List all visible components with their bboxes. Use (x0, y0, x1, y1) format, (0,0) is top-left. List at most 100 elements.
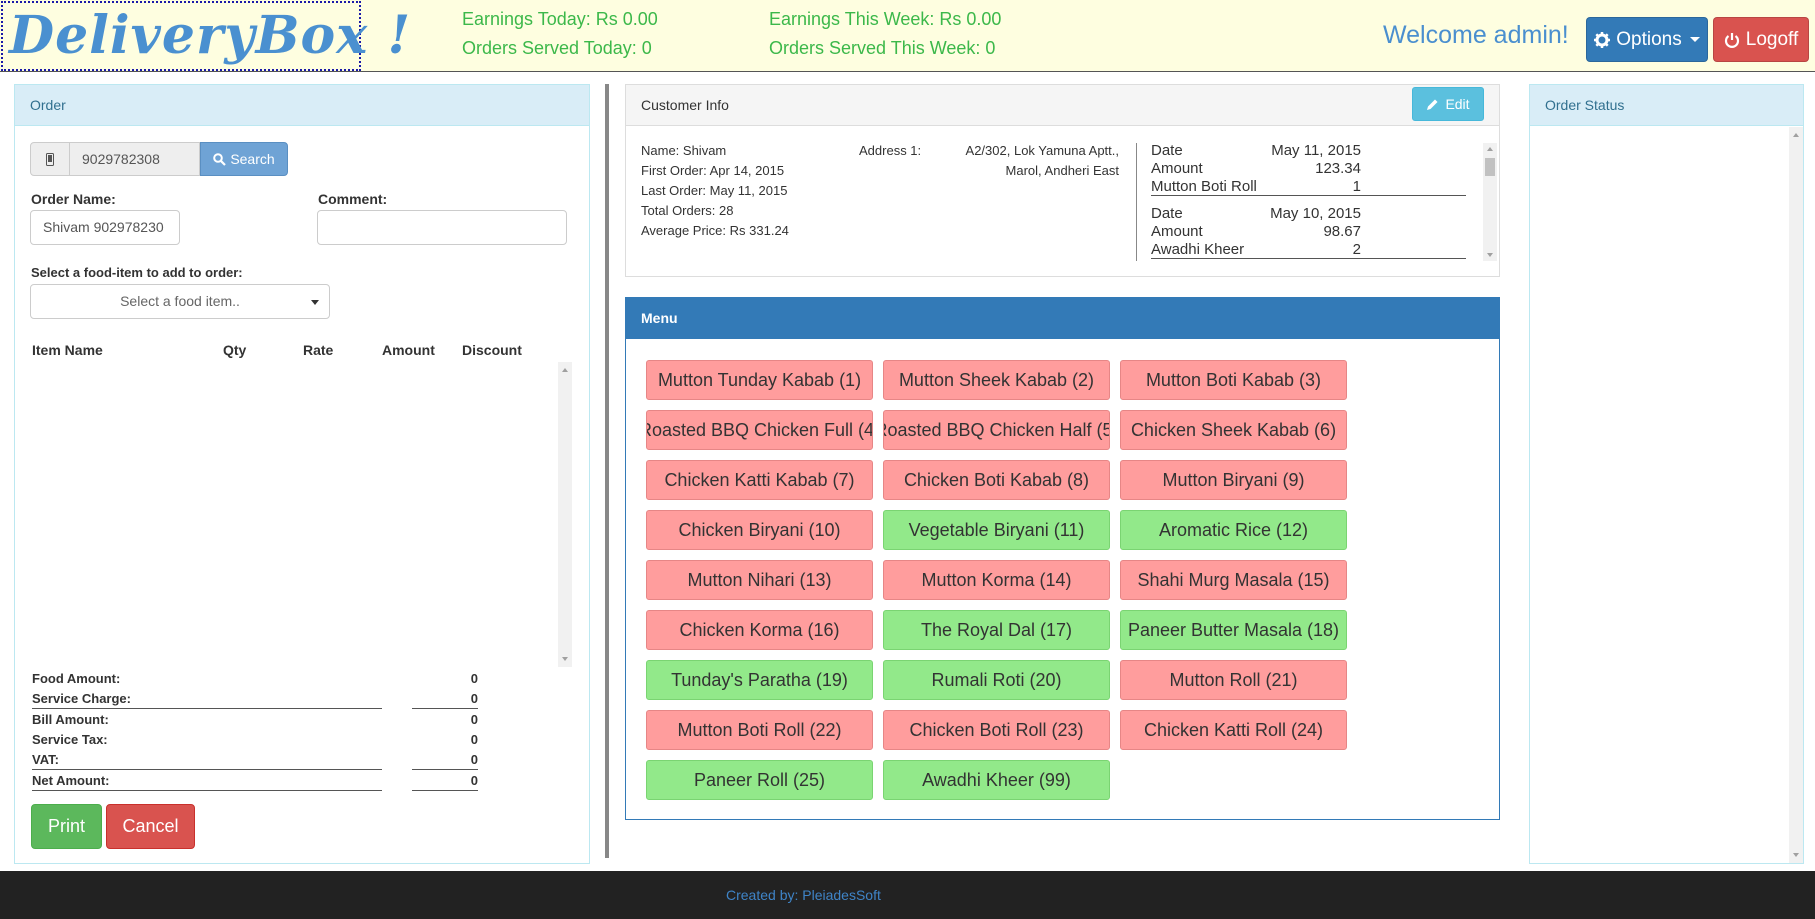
orders-week: Orders Served This Week: 0 (769, 38, 996, 58)
comment-label: Comment: (318, 191, 388, 207)
food-item-select[interactable]: Select a food item.. (30, 284, 330, 319)
history-date-label: Date (1151, 142, 1183, 159)
total-service-tax: Service Tax: 0 (32, 732, 478, 750)
order-name-input[interactable]: Shivam 902978230 (30, 210, 180, 245)
menu-item-button[interactable]: Mutton Korma (14) (883, 560, 1110, 600)
customer-name: Name: Shivam (641, 143, 727, 158)
menu-panel: Menu Mutton Tunday Kabab (1) Mutton Sheek… (625, 297, 1500, 820)
food-select-label: Select a food-item to add to order: (31, 265, 243, 280)
order-panel-title: Order (15, 85, 589, 126)
scroll-thumb[interactable] (1485, 158, 1495, 176)
menu-item-button[interactable]: The Royal Dal (17) (883, 610, 1110, 650)
scroll-down-icon[interactable] (1793, 853, 1799, 857)
menu-item-button[interactable]: Awadhi Kheer (99) (883, 760, 1110, 800)
order-status-scrollbar[interactable] (1789, 127, 1803, 863)
logoff-button[interactable]: Logoff (1713, 17, 1809, 62)
menu-item-button[interactable]: Chicken Boti Roll (23) (883, 710, 1110, 750)
history-row-amount: Amount 123.34 (1151, 160, 1466, 178)
menu-item-button[interactable]: Aromatic Rice (12) (1120, 510, 1347, 550)
phone-search-group: 9029782308 Search (30, 142, 288, 176)
customer-info-header: Customer Info Edit (626, 85, 1499, 126)
total-label: Service Tax: (32, 732, 108, 747)
menu-item-button[interactable]: Rumali Roti (20) (883, 660, 1110, 700)
phone-input[interactable]: 9029782308 (70, 142, 200, 176)
history-amount-label: Amount (1151, 160, 1203, 177)
history-row-amount: Amount 98.67 (1151, 223, 1466, 241)
total-label: VAT: (32, 752, 59, 767)
order-status-title: Order Status (1530, 85, 1803, 126)
history-row-date: Date May 11, 2015 (1151, 142, 1466, 160)
history-scrollbar[interactable] (1483, 143, 1497, 261)
history-row-item: Awadhi Kheer 2 (1151, 241, 1466, 259)
history-row-item: Mutton Boti Roll 1 (1151, 178, 1466, 196)
menu-item-button[interactable]: Chicken Sheek Kabab (6) (1120, 410, 1347, 450)
menu-item-button[interactable]: Mutton Nihari (13) (646, 560, 873, 600)
scroll-down-icon[interactable] (562, 657, 568, 661)
total-bill-amount: Bill Amount: 0 (32, 712, 478, 730)
earnings-week: Earnings This Week: Rs 0.00 (769, 9, 1002, 29)
total-net-amount: Net Amount: 0 (32, 773, 478, 791)
history-date-label: Date (1151, 205, 1183, 222)
scroll-up-icon[interactable] (1487, 147, 1493, 151)
menu-item-button[interactable]: Mutton Sheek Kabab (2) (883, 360, 1110, 400)
total-value: 0 (470, 712, 478, 727)
menu-item-button[interactable]: Chicken Katti Roll (24) (1120, 710, 1347, 750)
customer-info-panel: Customer Info Edit Name: Shivam First Or… (625, 84, 1500, 277)
menu-item-button[interactable]: Vegetable Biryani (11) (883, 510, 1110, 550)
menu-item-button[interactable]: Chicken Korma (16) (646, 610, 873, 650)
order-status-panel: Order Status (1529, 84, 1804, 864)
order-items-scrollbar[interactable] (558, 362, 572, 667)
history-amount-label: Amount (1151, 223, 1203, 240)
search-button[interactable]: Search (200, 142, 288, 176)
orders-today: Orders Served Today: 0 (462, 38, 652, 58)
col-rate: Rate (303, 342, 334, 358)
edit-button[interactable]: Edit (1412, 87, 1484, 121)
total-label: Service Charge: (32, 691, 131, 706)
search-label: Search (230, 151, 275, 167)
logo-text: DeliveryBox ! (9, 5, 412, 66)
total-service-charge: Service Charge: 0 (32, 691, 478, 709)
scroll-up-icon[interactable] (562, 368, 568, 372)
welcome-message: Welcome admin! (1383, 21, 1569, 49)
chevron-down-icon (1689, 37, 1700, 42)
options-label: Options (1616, 28, 1682, 50)
menu-item-button[interactable]: Mutton Boti Kabab (3) (1120, 360, 1347, 400)
menu-item-button[interactable]: Paneer Roll (25) (646, 760, 873, 800)
history-row-date: Date May 10, 2015 (1151, 205, 1466, 223)
menu-item-button[interactable]: Chicken Katti Kabab (7) (646, 460, 873, 500)
comment-input[interactable] (317, 210, 567, 245)
scroll-down-icon[interactable] (1487, 253, 1493, 257)
menu-item-button[interactable]: Mutton Boti Roll (22) (646, 710, 873, 750)
menu-item-button[interactable]: Roasted BBQ Chicken Half (5) (883, 410, 1110, 450)
customer-first-order: First Order: Apr 14, 2015 (641, 163, 785, 178)
menu-item-button[interactable]: Chicken Boti Kabab (8) (883, 460, 1110, 500)
chevron-down-icon (311, 300, 319, 305)
print-button[interactable]: Print (31, 804, 102, 849)
menu-item-button[interactable]: Tunday's Paratha (19) (646, 660, 873, 700)
menu-item-button[interactable]: Shahi Murg Masala (15) (1120, 560, 1347, 600)
menu-item-button[interactable]: Mutton Biryani (9) (1120, 460, 1347, 500)
earnings-today: Earnings Today: Rs 0.00 (462, 9, 658, 29)
address-line1: A2/302, Lok Yamuna Aptt., (965, 143, 1119, 158)
history-date: May 10, 2015 (1270, 205, 1361, 222)
phone-icon (30, 142, 70, 176)
total-value: 0 (470, 732, 478, 747)
power-icon (1724, 32, 1739, 48)
menu-item-button[interactable]: Roasted BBQ Chicken Full (4) (646, 410, 873, 450)
total-label: Food Amount: (32, 671, 121, 686)
total-food-amount: Food Amount: 0 (32, 671, 478, 689)
menu-item-button[interactable]: Chicken Biryani (10) (646, 510, 873, 550)
app-logo[interactable]: DeliveryBox ! (1, 1, 410, 71)
scroll-up-icon[interactable] (1793, 133, 1799, 137)
pencil-icon (1427, 99, 1438, 110)
menu-item-button[interactable]: Paneer Butter Masala (18) (1120, 610, 1347, 650)
customer-last-order: Last Order: May 11, 2015 (641, 183, 788, 198)
history-amount: 123.34 (1315, 160, 1361, 177)
menu-item-button[interactable]: Mutton Roll (21) (1120, 660, 1347, 700)
address-label: Address 1: (859, 143, 922, 158)
cancel-button[interactable]: Cancel (106, 804, 195, 849)
customer-total-orders: Total Orders: 28 (641, 203, 734, 218)
menu-item-button[interactable]: Mutton Tunday Kabab (1) (646, 360, 873, 400)
column-divider (605, 84, 609, 858)
options-button[interactable]: Options (1586, 17, 1708, 62)
